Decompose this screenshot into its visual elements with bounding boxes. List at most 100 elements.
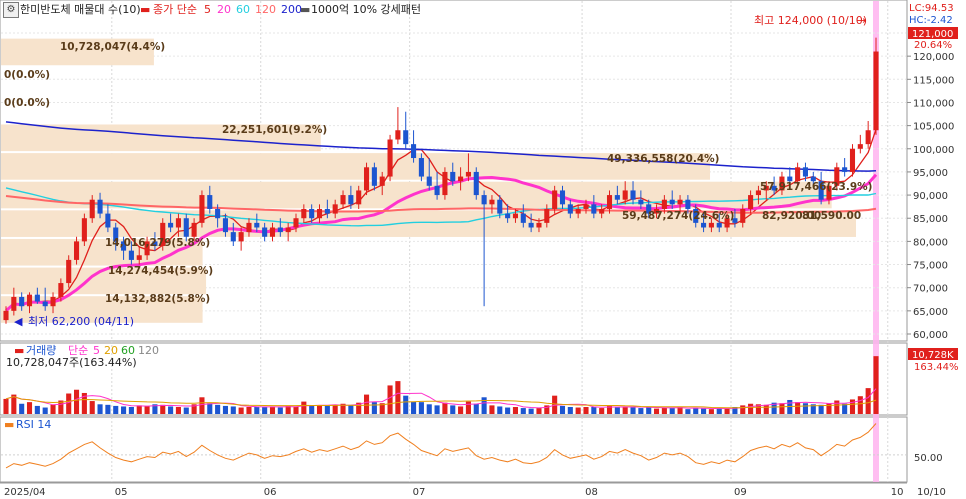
stock-name[interactable]: 한미반도체 매물대 수(10) — [20, 3, 141, 16]
volume-bar — [693, 408, 699, 414]
price-tick-label: 70,000 — [913, 284, 948, 295]
date-label: 10 — [891, 487, 904, 498]
ma-legend-120: 120 — [255, 3, 276, 16]
high-marker: 최고 124,000 (10/10) — [754, 14, 867, 27]
volume-bar — [458, 406, 464, 414]
date-label: 07 — [413, 487, 426, 498]
candle-body — [708, 222, 714, 228]
volume-bar — [802, 403, 809, 414]
price-tick-label: 110,000 — [913, 98, 954, 109]
candle-body — [849, 148, 856, 172]
candle-body — [254, 222, 260, 228]
ma-legend-label: 종가 단순 — [153, 3, 197, 16]
candle-body — [19, 296, 25, 307]
volume-bar — [238, 407, 244, 414]
volume-bar — [73, 389, 80, 414]
volume-bar — [363, 394, 370, 414]
volume-bar — [512, 406, 519, 414]
volume-bar — [559, 405, 566, 414]
volume-bar — [113, 405, 119, 414]
volume-profile-label: 14,274,454(5.9%) — [108, 265, 213, 277]
volume-profile-label: 59,487,274(24.6%) — [622, 210, 734, 222]
date-label: 09 — [734, 487, 747, 498]
candle-body — [246, 222, 252, 233]
volume-bar — [818, 404, 824, 414]
candle-body — [411, 144, 417, 159]
date-axis-labels: 2025/04 05 06 07 08 09 10 10/10 — [4, 487, 946, 498]
volume-bar — [230, 406, 236, 414]
candle-body — [661, 199, 667, 209]
candle-body — [387, 139, 393, 177]
volume-bar — [332, 404, 338, 414]
volume-bar — [669, 408, 675, 414]
candle-body — [685, 199, 691, 209]
volume-bar — [505, 407, 511, 414]
candle-body — [458, 176, 464, 182]
candle-body — [552, 190, 558, 209]
candle-body — [316, 208, 323, 219]
candle-body — [269, 227, 276, 237]
candle-body — [873, 51, 879, 131]
volume-bar — [301, 401, 307, 414]
condition-label: 1000억 10% 강세패턴 — [311, 3, 421, 16]
candle-body — [309, 208, 315, 219]
volume-axis-badge-label: 10,728K — [912, 350, 954, 361]
candle-body — [66, 259, 72, 284]
gear-icon[interactable]: ⚙ — [3, 2, 19, 18]
stock-chart-canvas[interactable]: 120,000 115,000 110,000 105,000 100,000 95,00… — [0, 0, 966, 499]
volume-current-text: 10,728,047주(163.44%) — [6, 356, 137, 369]
candle-body — [520, 213, 526, 223]
candle-body — [606, 195, 613, 209]
price-tick-label: 100,000 — [913, 145, 954, 156]
candle-body — [638, 199, 644, 205]
volume-profile-label: 22,251,601(9.2%) — [222, 124, 327, 136]
candle-body — [842, 167, 848, 172]
volume-bar — [160, 404, 166, 414]
candle-body — [183, 218, 189, 237]
candle-body — [497, 199, 503, 214]
volume-bar — [873, 356, 879, 414]
volume-bar — [105, 404, 111, 414]
candle-body — [26, 294, 33, 307]
candle-body — [285, 227, 291, 233]
candle-body — [716, 222, 722, 228]
volume-bar — [97, 404, 103, 414]
candle-body — [614, 195, 620, 200]
price-tick-label: 115,000 — [913, 75, 954, 86]
volume-bar — [748, 403, 754, 414]
candle-body — [857, 144, 863, 149]
volume-bar — [183, 407, 189, 414]
volume-bar — [293, 406, 299, 414]
volume-bar — [144, 405, 150, 414]
volume-bar — [857, 396, 863, 414]
candle-body — [701, 222, 707, 228]
candle-body — [81, 218, 87, 242]
candle-body — [403, 130, 409, 145]
candle-body — [3, 310, 9, 321]
candle-body — [802, 167, 809, 177]
volume-bar — [653, 408, 660, 414]
candle-body — [175, 218, 181, 228]
candle-body — [567, 204, 573, 214]
rsi-legend-marker: ▬ — [4, 418, 14, 431]
volume-bar — [630, 407, 636, 414]
volume-bar — [3, 398, 9, 414]
price-tick-label: 65,000 — [913, 307, 948, 318]
current-change-label: 20.64% — [914, 40, 952, 51]
candle-body — [324, 208, 330, 214]
candle-body — [191, 222, 197, 237]
candle-body — [340, 195, 346, 205]
volume-bar — [277, 407, 283, 414]
volume-bar — [121, 406, 127, 414]
candle-body — [599, 208, 605, 214]
volume-bar — [262, 406, 268, 414]
price-tick-label: 60,000 — [913, 330, 948, 341]
volume-bar — [795, 402, 801, 414]
rsi-panel-frame — [0, 416, 908, 483]
price-tick-label: 80,000 — [913, 237, 948, 248]
candle-body — [379, 176, 385, 186]
volume-bar — [591, 406, 597, 414]
volume-bar — [269, 406, 276, 414]
candle-body — [168, 222, 174, 228]
candle-body — [622, 190, 628, 200]
